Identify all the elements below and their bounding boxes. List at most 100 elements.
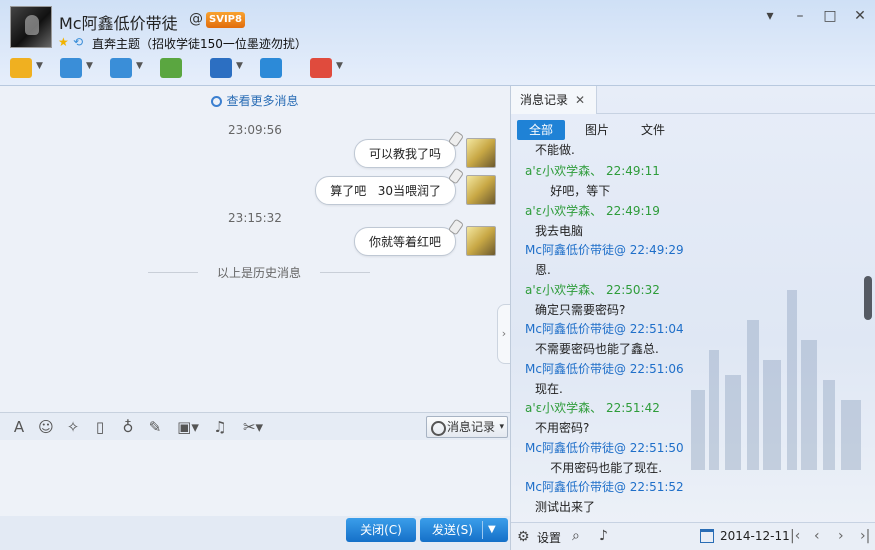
- contact-name: Mc阿鑫低价带徒: [59, 14, 178, 33]
- history-message-text: 我去电脑: [535, 223, 584, 238]
- history-message-text: 现在.: [535, 381, 563, 396]
- pin-icon: [447, 166, 465, 185]
- at-icon: @: [189, 11, 203, 27]
- message-timestamp: 23:09:56: [228, 123, 282, 137]
- settings-icon[interactable]: ⚙: [517, 529, 530, 545]
- close-tab-icon[interactable]: ✕: [575, 86, 585, 114]
- history-tab-strip: 消息记录 ✕: [511, 86, 875, 114]
- contact-avatar[interactable]: [10, 6, 52, 48]
- clock-icon: [211, 96, 223, 107]
- settings-label[interactable]: 设置: [537, 529, 561, 546]
- microphone-icon: [10, 58, 32, 78]
- edit-icon[interactable]: ✎: [146, 418, 164, 436]
- history-sender-line: a'ε小欢学森、 22:51:42: [525, 401, 660, 415]
- video-camera-button[interactable]: ▼: [58, 56, 102, 80]
- history-message-text: 不需要密码也能了鑫总.: [535, 342, 659, 356]
- voice-message-icon[interactable]: ♁: [119, 418, 137, 436]
- send-button[interactable]: 发送(S) ▼: [420, 518, 508, 542]
- caret-down-icon: ▾: [499, 422, 504, 432]
- history-footer: ⚙ 设置 ⌕ ♪ 2014-12-11 |‹ ‹ › ›|: [511, 522, 875, 550]
- vibrate-icon[interactable]: ▯: [91, 418, 109, 436]
- collapse-panel-icon[interactable]: ›: [497, 304, 511, 364]
- maximize-button[interactable]: □: [815, 6, 845, 26]
- remote-desktop-button[interactable]: ▼: [208, 56, 252, 80]
- last-page-icon[interactable]: ›|: [860, 528, 870, 544]
- history-sender-line: Mc阿鑫低价带徒@ 22:49:29: [525, 243, 684, 257]
- emoji-icon[interactable]: ☺: [37, 418, 55, 436]
- dropdown-arrow-icon[interactable]: ▼: [86, 61, 93, 71]
- tab-message-history[interactable]: 消息记录 ✕: [511, 86, 597, 114]
- scrollbar-thumb[interactable]: [864, 276, 872, 320]
- close-button[interactable]: 关闭(C): [346, 518, 416, 542]
- history-sender-line: Mc阿鑫低价带徒@ 22:51:52: [525, 480, 684, 494]
- view-more-messages-label: 查看更多消息: [226, 94, 299, 108]
- send-label: 发送(S): [432, 523, 473, 537]
- history-message-text: 好吧，等下: [535, 184, 611, 198]
- remote-desktop-icon: [210, 58, 232, 78]
- speaker-icon[interactable]: ♪: [599, 528, 608, 544]
- history-message-text: 恩.: [535, 263, 551, 277]
- sender-avatar[interactable]: [466, 138, 496, 168]
- apps-grid-button[interactable]: ▼: [308, 56, 352, 80]
- add-app-button[interactable]: [158, 56, 202, 80]
- history-message-text: 确定只需要密码?: [535, 302, 626, 317]
- vip-badge[interactable]: SVIP8: [206, 12, 245, 28]
- minimize-button[interactable]: –: [785, 6, 815, 26]
- calendar-icon[interactable]: [700, 529, 714, 543]
- history-message-text: 测试出来了: [535, 500, 596, 514]
- title-bar: Mc阿鑫低价带徒 @ SVIP8 ★ ⟲ 直奔主题（招收学徒150一位墨迹勿扰）…: [0, 0, 875, 86]
- screenshot-scissors-icon[interactable]: ✂▾: [238, 418, 268, 436]
- message-text: 可以教我了吗: [368, 146, 441, 161]
- filter-images[interactable]: 图片: [573, 120, 621, 140]
- send-bar: 关闭(C) 发送(S) ▼: [0, 516, 510, 550]
- dropdown-arrow-icon[interactable]: ▼: [336, 61, 343, 71]
- refresh-icon: ⟲: [73, 35, 84, 49]
- tab-label: 消息记录: [520, 93, 569, 107]
- history-scrollbar[interactable]: [862, 142, 874, 522]
- dropdown-icon[interactable]: ▾: [755, 6, 785, 26]
- dropdown-arrow-icon[interactable]: ▼: [36, 61, 43, 71]
- font-icon[interactable]: A: [10, 418, 28, 436]
- message-row: 你就等着红吧: [353, 217, 496, 256]
- next-page-icon[interactable]: ›: [838, 528, 844, 544]
- message-row: 可以教我了吗: [353, 129, 496, 168]
- message-row: 算了吧 30当喂润了: [315, 166, 496, 205]
- history-panel: 消息记录 ✕ 全部 图片 文件 不能做. a'ε小欢学森、 22:49:11 好…: [510, 86, 875, 550]
- history-date[interactable]: 2014-12-11: [720, 529, 790, 543]
- filter-files[interactable]: 文件: [629, 120, 677, 140]
- history-sender-line: Mc阿鑫低价带徒@ 22:51:06: [525, 361, 684, 376]
- send-options-icon[interactable]: ▼: [488, 518, 496, 542]
- message-text: 你就等着红吧: [368, 234, 441, 249]
- view-more-messages-link[interactable]: 查看更多消息: [0, 92, 510, 109]
- star-icon: ★: [58, 35, 69, 49]
- previous-page-icon[interactable]: ‹: [814, 528, 820, 544]
- image-icon[interactable]: ▣▾: [173, 418, 203, 436]
- filter-all[interactable]: 全部: [517, 120, 565, 140]
- magic-wand-icon[interactable]: ✧: [64, 418, 82, 436]
- dropdown-arrow-icon[interactable]: ▼: [236, 61, 243, 71]
- file-transfer-button[interactable]: ▼: [108, 56, 152, 80]
- message-text: 算了吧 30当喂润了: [330, 183, 441, 198]
- message-history-button[interactable]: 消息记录 ▾: [426, 416, 508, 438]
- dropdown-arrow-icon[interactable]: ▼: [136, 61, 143, 71]
- input-toolbar: A ☺ ✧ ▯ ♁ ✎ ▣▾ ♫ ✂▾ 消息记录 ▾: [0, 412, 510, 440]
- window-controls: ▾ – □ ✕: [755, 6, 875, 26]
- first-page-icon[interactable]: |‹: [790, 528, 800, 544]
- close-window-button[interactable]: ✕: [845, 6, 875, 26]
- history-divider: 以上是历史消息: [148, 264, 370, 281]
- contact-signature: 直奔主题（招收学徒150一位墨迹勿扰）: [92, 37, 307, 51]
- sender-avatar[interactable]: [466, 175, 496, 205]
- message-bubble[interactable]: 你就等着红吧: [353, 217, 465, 256]
- sender-avatar[interactable]: [466, 226, 496, 256]
- microphone-button[interactable]: ▼: [8, 56, 52, 80]
- message-input[interactable]: [0, 440, 510, 516]
- screen-share-icon: [260, 58, 282, 78]
- history-sender-line: Mc阿鑫低价带徒@ 22:51:50: [525, 440, 684, 455]
- message-bubble[interactable]: 可以教我了吗: [353, 129, 465, 168]
- chat-pane: 查看更多消息 23:09:56 可以教我了吗 算了吧 30当喂润了 23:15:…: [0, 86, 511, 412]
- screen-share-button[interactable]: [258, 56, 302, 80]
- video-camera-icon: [60, 58, 82, 78]
- music-icon[interactable]: ♫: [211, 418, 229, 436]
- message-bubble[interactable]: 算了吧 30当喂润了: [315, 166, 465, 205]
- search-icon[interactable]: ⌕: [572, 528, 580, 544]
